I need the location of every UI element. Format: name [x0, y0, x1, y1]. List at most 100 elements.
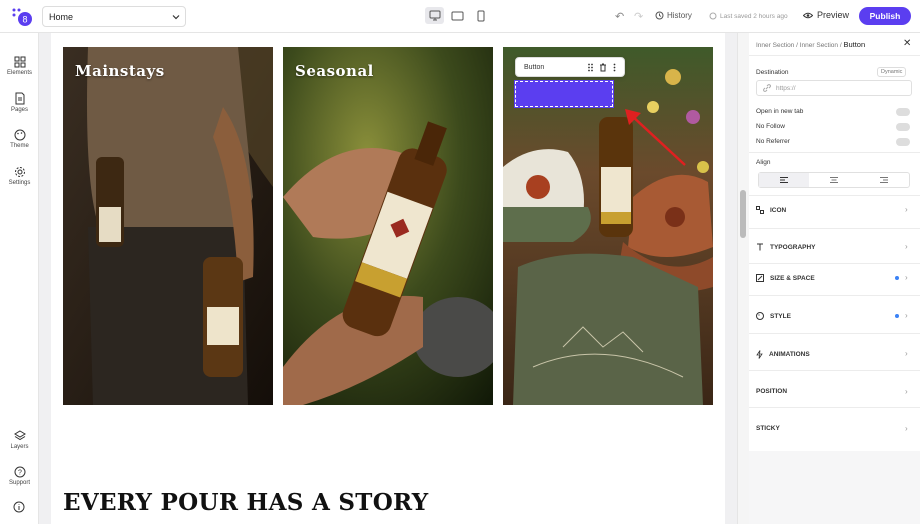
icon-settings-icon — [756, 206, 764, 214]
align-center-button[interactable] — [809, 173, 859, 187]
card-title: Seasonal — [295, 62, 374, 80]
section-label: POSITION — [756, 388, 788, 395]
grid-icon — [14, 56, 25, 68]
selected-button-element[interactable] — [514, 80, 614, 108]
more-options-icon[interactable] — [613, 63, 616, 74]
chevron-down-icon — [172, 14, 180, 19]
sidebar-item-label: Settings — [8, 180, 31, 186]
redo-icon[interactable]: ↷ — [634, 10, 643, 23]
info-icon[interactable] — [13, 501, 25, 513]
align-center-icon — [830, 177, 838, 183]
left-sidebar: Elements Pages Theme Settings Layers ? S… — [0, 33, 39, 524]
element-type-label: Button — [524, 63, 545, 71]
no-follow-toggle[interactable] — [896, 123, 910, 131]
desktop-view-button[interactable] — [425, 7, 444, 24]
app-logo[interactable]: 8 — [11, 7, 33, 27]
open-new-tab-toggle[interactable] — [896, 108, 910, 116]
destination-url-input[interactable]: https:// — [756, 80, 912, 96]
page-select[interactable]: Home — [42, 6, 186, 27]
section-size-space[interactable]: SIZE & SPACE — [756, 274, 914, 282]
page-icon — [15, 92, 24, 105]
section-style[interactable]: STYLE — [756, 312, 914, 320]
palette-icon — [756, 312, 764, 320]
history-button[interactable]: History — [655, 11, 692, 20]
drag-handle-icon[interactable] — [587, 63, 594, 74]
resize-icon — [756, 274, 764, 282]
sidebar-item-theme[interactable]: Theme — [0, 129, 39, 149]
tablet-icon — [451, 11, 464, 20]
sidebar-item-support[interactable]: ? Support — [0, 466, 39, 486]
gear-icon — [14, 167, 25, 177]
no-referrer-toggle[interactable] — [896, 138, 910, 146]
align-right-button[interactable] — [859, 173, 909, 187]
section-typography[interactable]: TYPOGRAPHY — [756, 243, 914, 251]
card-image — [63, 47, 273, 405]
clock-icon — [709, 12, 717, 20]
card-mainstays[interactable]: Mainstays — [63, 47, 273, 405]
close-icon[interactable]: ✕ — [903, 38, 911, 49]
modified-indicator — [895, 276, 899, 280]
mobile-icon — [477, 10, 484, 21]
breadcrumb: Inner Section / Inner Section / Button — [756, 40, 866, 49]
save-status: Last saved 2 hours ago — [709, 12, 788, 20]
chevron-right-icon: › — [905, 387, 908, 396]
align-label: Align — [756, 159, 771, 166]
open-new-tab-label: Open in new tab — [756, 108, 804, 115]
undo-icon[interactable]: ↶ — [615, 10, 624, 23]
chevron-right-icon: › — [905, 349, 908, 358]
breadcrumb-item[interactable]: Inner Section — [800, 42, 838, 49]
destination-label: Destination — [756, 69, 789, 76]
chevron-right-icon: › — [905, 311, 908, 320]
sidebar-item-pages[interactable]: Pages — [0, 92, 39, 113]
lightning-icon — [756, 350, 763, 359]
mobile-view-button[interactable] — [471, 7, 490, 24]
element-toolbar: Button — [515, 57, 625, 77]
section-heading: EVERY POUR HAS A STORY — [63, 489, 429, 516]
sidebar-item-layers[interactable]: Layers — [0, 430, 39, 450]
chevron-right-icon: › — [905, 205, 908, 214]
chevron-right-icon: › — [905, 242, 908, 251]
annotation-arrow-icon — [625, 109, 686, 166]
card-seasonal[interactable]: Seasonal — [283, 47, 493, 405]
section-animations[interactable]: ANIMATIONS — [756, 350, 914, 359]
card-title: Mainstays — [75, 62, 165, 80]
typography-icon — [757, 243, 763, 251]
tablet-view-button[interactable] — [448, 7, 467, 24]
trash-icon[interactable] — [599, 63, 607, 74]
align-left-button[interactable] — [759, 173, 809, 187]
section-label: TYPOGRAPHY — [770, 243, 816, 251]
preview-button[interactable]: Preview — [803, 10, 849, 20]
align-left-icon — [780, 177, 788, 183]
canvas-gutter-left — [39, 33, 51, 524]
align-control — [758, 172, 910, 188]
scrollbar-thumb[interactable] — [740, 190, 746, 238]
history-label: History — [667, 11, 692, 20]
chevron-right-icon: › — [905, 424, 908, 433]
canvas-gutter-right — [725, 33, 737, 524]
svg-text:8: 8 — [22, 15, 27, 25]
sidebar-item-label: Pages — [10, 107, 28, 113]
help-icon: ? — [14, 466, 25, 478]
palette-icon — [14, 129, 25, 141]
top-bar: 8 Home ↶ ↷ History Last saved 2 hours ag… — [0, 0, 920, 33]
section-position[interactable]: POSITION — [756, 388, 914, 395]
no-follow-label: No Follow — [756, 123, 785, 130]
sidebar-item-elements[interactable]: Elements — [0, 56, 39, 76]
section-sticky[interactable]: STICKY — [756, 425, 914, 432]
sidebar-item-settings[interactable]: Settings — [0, 166, 39, 186]
svg-text:?: ? — [18, 470, 22, 477]
eye-icon — [803, 12, 813, 18]
section-label: SIZE & SPACE — [770, 274, 815, 282]
canvas-scrollbar[interactable] — [737, 33, 749, 524]
publish-button[interactable]: Publish — [859, 7, 911, 25]
page-canvas: Mainstays Seasonal Button EVERY POUR HAS… — [51, 33, 737, 524]
sidebar-item-label: Theme — [10, 143, 29, 149]
save-status-text: Last saved 2 hours ago — [720, 12, 788, 20]
layers-icon — [13, 430, 26, 441]
url-placeholder: https:// — [776, 84, 796, 92]
section-icon[interactable]: ICON — [756, 206, 914, 214]
modified-indicator — [895, 314, 899, 318]
preview-label: Preview — [817, 10, 850, 20]
dynamic-toggle[interactable]: Dynamic — [877, 67, 907, 77]
breadcrumb-item[interactable]: Inner Section — [756, 42, 794, 49]
